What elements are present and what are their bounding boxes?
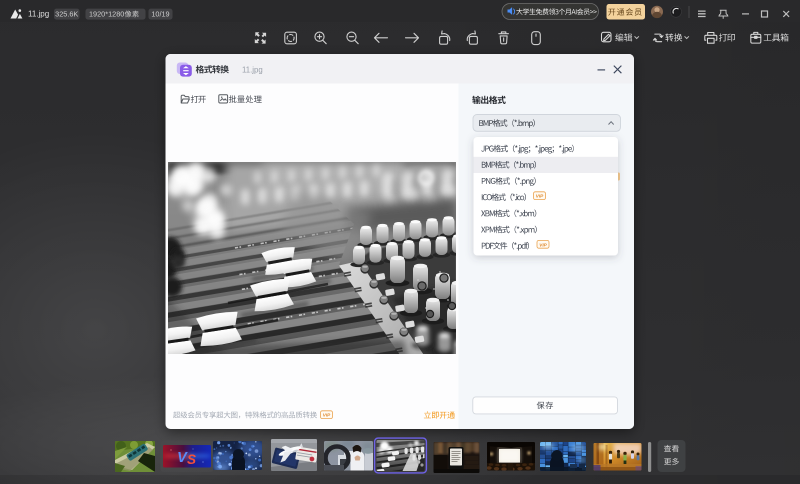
svg-text:S: S xyxy=(187,452,196,467)
svg-text:11.jpg: 11.jpg xyxy=(242,65,263,74)
svg-text:325.6K: 325.6K xyxy=(55,10,78,19)
svg-text:10/19: 10/19 xyxy=(151,10,169,19)
svg-text:1920*1280: 1920*1280 xyxy=(89,10,124,19)
svg-text:VIP: VIP xyxy=(539,242,547,247)
svg-text:VIP: VIP xyxy=(536,194,544,199)
svg-text:VIP: VIP xyxy=(323,413,331,418)
svg-text:11.jpg: 11.jpg xyxy=(28,10,49,19)
